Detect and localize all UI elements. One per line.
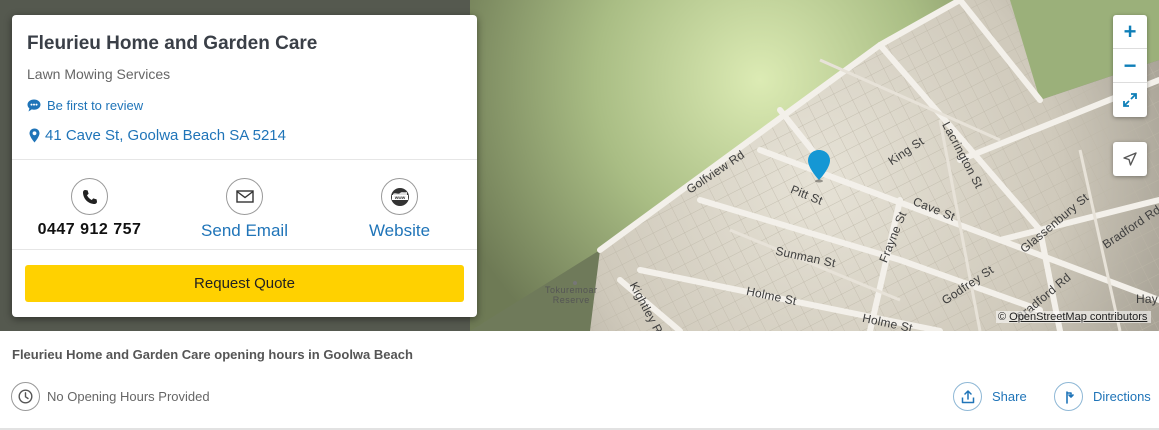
share-circle — [953, 382, 982, 411]
envelope-icon — [235, 190, 254, 203]
map-marker-icon — [29, 128, 40, 143]
website-button[interactable]: www Website — [322, 178, 477, 241]
globe-www-icon: www — [390, 187, 409, 206]
svg-text:www: www — [393, 195, 405, 200]
business-category: Lawn Mowing Services — [27, 66, 171, 82]
share-label: Share — [992, 389, 1027, 404]
contact-actions: 0447 912 757 Send Email www Website — [12, 175, 477, 249]
directions-button[interactable]: Directions — [1054, 382, 1151, 411]
request-quote-button[interactable]: Request Quote — [25, 265, 464, 302]
chat-bubble-icon — [27, 99, 41, 112]
directions-icon — [1065, 390, 1074, 404]
locate-button[interactable] — [1113, 142, 1147, 176]
opening-hours-status: No Opening Hours Provided — [47, 389, 210, 404]
divider — [12, 249, 477, 250]
reserve-label: Tokuremoar Reserve — [545, 285, 598, 305]
website-label: Website — [368, 221, 431, 240]
phone-circle — [71, 178, 108, 215]
zoom-in-button[interactable]: + — [1113, 15, 1147, 49]
phone-icon — [82, 189, 97, 204]
navigation-arrow-icon — [1123, 152, 1137, 166]
send-email-label: Send Email — [201, 221, 288, 240]
phone-number: 0447 912 757 — [37, 221, 142, 238]
locate-control — [1113, 142, 1147, 176]
zoom-out-button[interactable]: − — [1113, 49, 1147, 83]
share-button[interactable]: Share — [953, 382, 1027, 411]
phone-button[interactable]: 0447 912 757 — [12, 178, 167, 239]
map-attribution: © OpenStreetMap contributors — [996, 311, 1152, 323]
clock-icon — [11, 382, 40, 411]
street-label: Hay — [1136, 292, 1158, 306]
directions-label: Directions — [1093, 389, 1151, 404]
fullscreen-button[interactable] — [1113, 83, 1147, 117]
zoom-control: + − — [1113, 15, 1147, 117]
directions-circle — [1054, 382, 1083, 411]
website-circle: www — [381, 178, 418, 215]
business-card: Fleurieu Home and Garden Care Lawn Mowin… — [12, 15, 477, 317]
openstreetmap-link[interactable]: OpenStreetMap contributors — [1009, 311, 1147, 323]
business-name: Fleurieu Home and Garden Care — [27, 33, 318, 54]
divider — [12, 159, 477, 160]
expand-icon — [1123, 93, 1137, 107]
email-circle — [226, 178, 263, 215]
opening-hours-title: Fleurieu Home and Garden Care opening ho… — [12, 347, 413, 362]
review-link[interactable]: Be first to review — [27, 98, 143, 113]
address-link[interactable]: 41 Cave St, Goolwa Beach SA 5214 — [29, 127, 286, 144]
send-email-button[interactable]: Send Email — [167, 178, 322, 241]
share-icon — [961, 389, 974, 403]
location-pin-icon[interactable] — [807, 149, 831, 183]
